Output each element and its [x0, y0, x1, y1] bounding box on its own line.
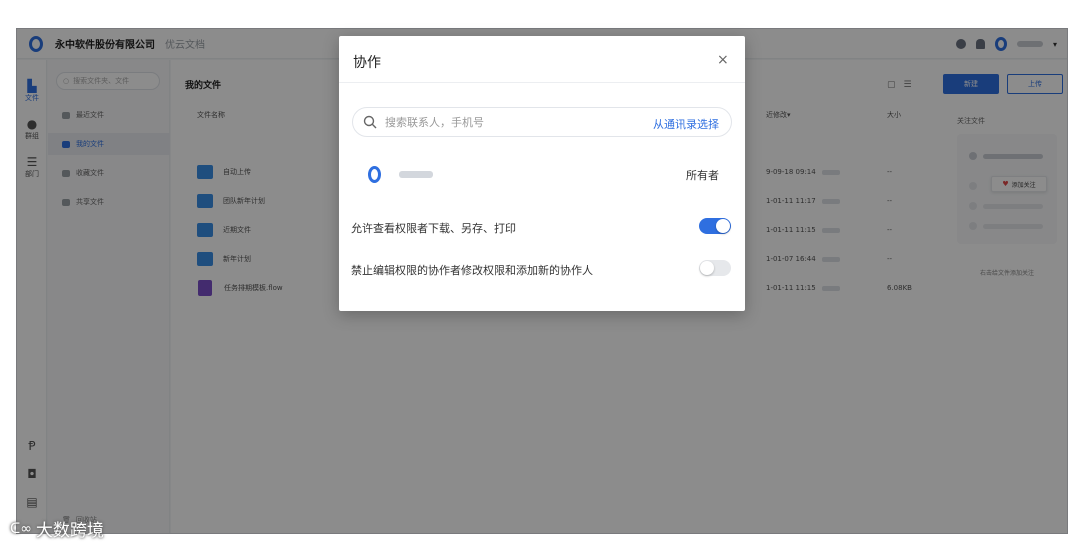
- watermark: ᑕ∞ 大数跨境: [10, 516, 104, 542]
- collaboration-dialog: 协作 × 搜索联系人，手机号 从通讯录选择 所有者 允许查看权限者下载、另存、打…: [339, 36, 745, 311]
- search-icon: [363, 115, 377, 129]
- setting-forbid-edit: 禁止编辑权限的协作者修改权限和添加新的协作人: [351, 258, 733, 280]
- owner-name-blurred: [399, 170, 433, 178]
- setting-label: 禁止编辑权限的协作者修改权限和添加新的协作人: [351, 264, 593, 277]
- search-placeholder: 搜索联系人，手机号: [385, 116, 484, 129]
- contact-search-input[interactable]: 搜索联系人，手机号 从通讯录选择: [352, 107, 732, 137]
- setting-allow-download: 允许查看权限者下载、另存、打印: [351, 216, 733, 238]
- allow-download-toggle[interactable]: [699, 218, 731, 234]
- toggle-knob: [716, 219, 730, 233]
- setting-label: 允许查看权限者下载、另存、打印: [351, 222, 516, 235]
- divider: [339, 82, 745, 83]
- watermark-logo-icon: ᑕ∞: [10, 520, 32, 537]
- close-icon[interactable]: ×: [717, 52, 729, 68]
- watermark-text: 大数跨境: [35, 521, 104, 541]
- forbid-edit-toggle[interactable]: [699, 260, 731, 276]
- select-from-contacts-link[interactable]: 从通讯录选择: [653, 116, 719, 132]
- collaborator-row: 所有者: [353, 160, 731, 188]
- toggle-knob: [700, 261, 714, 275]
- owner-role: 所有者: [686, 169, 719, 182]
- owner-avatar: [368, 165, 381, 183]
- dialog-title: 协作: [353, 55, 381, 71]
